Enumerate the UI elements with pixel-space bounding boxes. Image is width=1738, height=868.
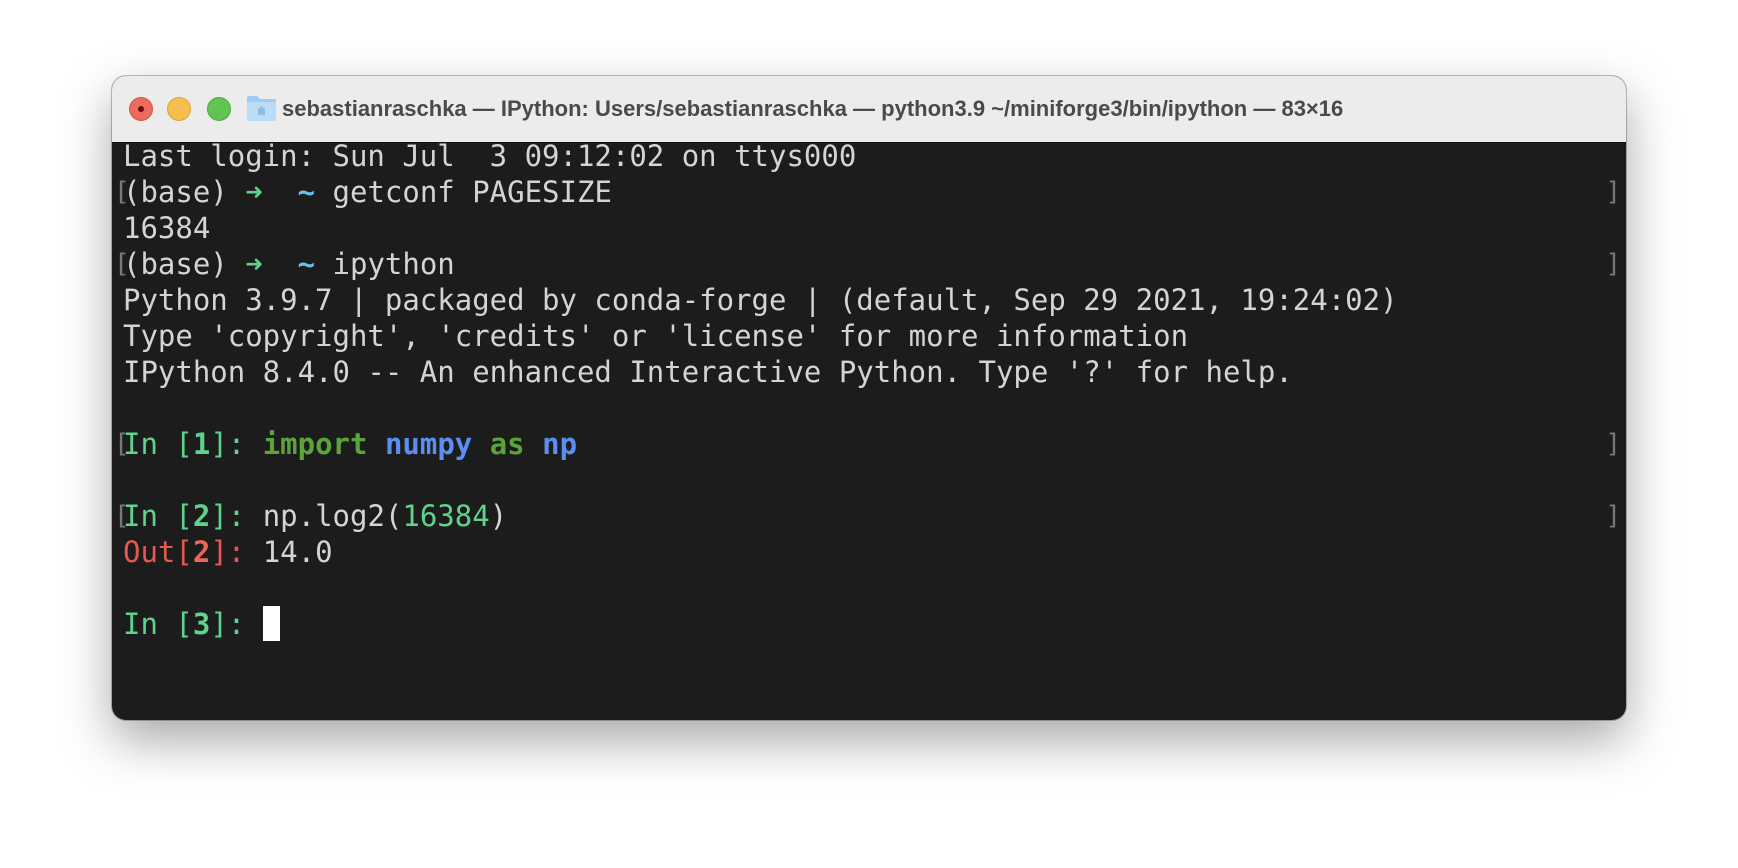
command-output: 16384 — [123, 211, 211, 245]
in-label-close: ] — [210, 607, 228, 641]
prompt-env: (base) — [123, 247, 246, 281]
banner-line: Type 'copyright', 'credits' or 'license'… — [123, 319, 1189, 353]
cell-number: 3 — [192, 607, 211, 641]
banner-line: IPython 8.4.0 -- An enhanced Interactive… — [123, 355, 1293, 389]
cell-number: 2 — [192, 499, 211, 533]
keyword: import — [262, 427, 368, 461]
input-cell-1: In [1]: import numpy as np — [123, 426, 577, 462]
code: ) — [489, 499, 508, 533]
line-marker-right: ] — [1605, 177, 1621, 207]
prompt-arrow-icon: ➜ — [245, 247, 263, 281]
output-cell-2: Out[2]: 14.0 — [123, 534, 333, 570]
colon: : — [227, 499, 263, 533]
terminal-content[interactable]: Last login: Sun Jul 3 09:12:02 on ttys00… — [112, 138, 1626, 720]
module-name: numpy — [384, 427, 473, 461]
colon: : — [227, 535, 263, 569]
prompt-env: (base) — [123, 175, 246, 209]
input-cell-2: In [2]: np.log2(16384) — [123, 498, 507, 534]
cell-number: 1 — [192, 427, 211, 461]
in-label-close: ] — [210, 427, 228, 461]
minimize-button[interactable] — [167, 97, 191, 121]
output-value: 14.0 — [262, 535, 333, 569]
maximize-button[interactable] — [207, 97, 231, 121]
keyword: as — [489, 427, 525, 461]
prompt-arrow-icon: ➜ — [245, 175, 263, 209]
banner-line: Python 3.9.7 | packaged by conda-forge |… — [123, 283, 1398, 317]
shell-command: getconf PAGESIZE — [332, 175, 612, 209]
out-label-close: ] — [210, 535, 228, 569]
in-label-close: ] — [210, 499, 228, 533]
text-cursor — [262, 606, 280, 641]
line-marker-right: ] — [1605, 501, 1621, 531]
input-cell-3[interactable]: In [3]: — [123, 606, 280, 642]
close-button[interactable] — [129, 97, 153, 121]
colon: : — [227, 607, 263, 641]
terminal-window: sebastianraschka — IPython: Users/sebast… — [112, 76, 1626, 720]
colon: : — [227, 427, 263, 461]
shell-prompt-line: (base) ➜ ~ ipython — [123, 246, 455, 282]
prompt-cwd: ~ — [297, 247, 316, 281]
shell-command: ipython — [332, 247, 455, 281]
in-label: In [ — [123, 427, 193, 461]
code: np.log2( — [262, 499, 403, 533]
window-title: sebastianraschka — IPython: Users/sebast… — [282, 96, 1344, 121]
number-literal: 16384 — [402, 499, 490, 533]
home-folder-icon — [247, 96, 276, 121]
title-bar: sebastianraschka — IPython: Users/sebast… — [112, 76, 1626, 143]
line-marker-right: ] — [1605, 249, 1621, 279]
shell-prompt-line: (base) ➜ ~ getconf PAGESIZE — [123, 174, 612, 210]
last-login-line: Last login: Sun Jul 3 09:12:02 on ttys00… — [123, 139, 857, 173]
cell-number: 2 — [192, 535, 211, 569]
prompt-cwd: ~ — [297, 175, 316, 209]
alias-name: np — [542, 427, 578, 461]
out-label: Out[ — [123, 535, 193, 569]
in-label: In [ — [123, 499, 193, 533]
in-label: In [ — [123, 607, 193, 641]
line-marker-right: ] — [1605, 429, 1621, 459]
